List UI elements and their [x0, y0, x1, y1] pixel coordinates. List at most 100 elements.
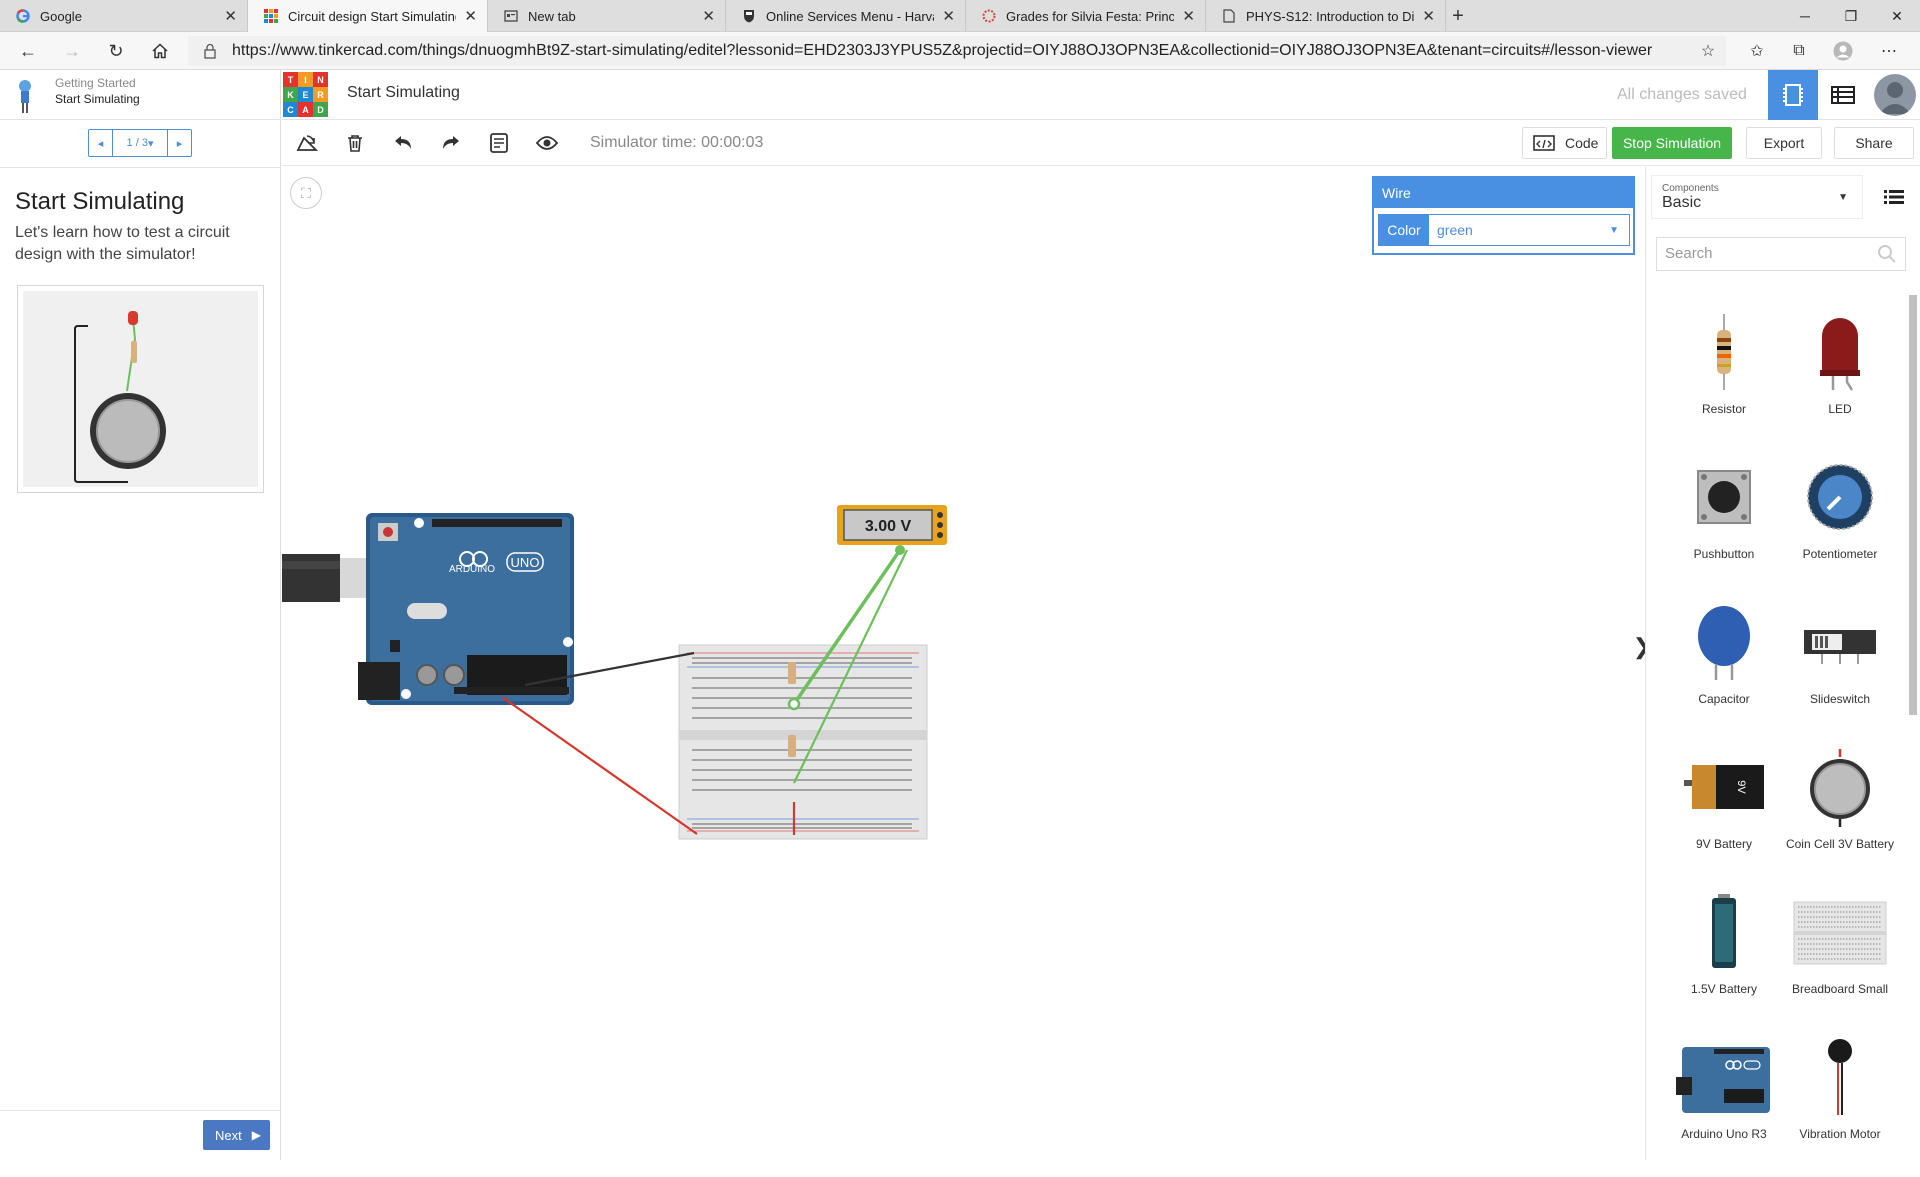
component-name: Pushbutton — [1693, 547, 1755, 561]
lesson-figure-icon — [14, 78, 36, 114]
component-resistor[interactable]: Resistor — [1669, 312, 1779, 452]
circuit-view-button[interactable] — [1768, 70, 1818, 120]
component-list-icon — [1831, 86, 1855, 104]
component-coin-cell[interactable]: Coin Cell 3V Battery — [1785, 747, 1895, 887]
component-1-5v-battery[interactable]: 1.5V Battery — [1669, 892, 1779, 1032]
more-icon[interactable]: ⋯ — [1876, 38, 1902, 64]
logo-letter: T — [283, 72, 298, 87]
component-capacitor[interactable]: Capacitor — [1669, 602, 1779, 742]
reload-icon[interactable]: ↻ — [103, 38, 129, 64]
browser-tab[interactable]: Grades for Silvia Festa: Principles ✕ — [966, 0, 1206, 32]
close-icon[interactable]: ✕ — [1422, 7, 1435, 25]
search-icon[interactable] — [1877, 244, 1897, 264]
export-button[interactable]: Export — [1746, 127, 1822, 159]
chevron-down-icon: ▼ — [1609, 224, 1619, 236]
schematic-view-button[interactable] — [1818, 70, 1868, 120]
wire-endpoint-handle[interactable] — [787, 697, 801, 711]
design-title[interactable]: Start Simulating — [347, 84, 460, 102]
component-name: Coin Cell 3V Battery — [1785, 837, 1895, 851]
tinkercad-logo[interactable]: T I N K E R C A D — [283, 72, 328, 117]
minimize-icon[interactable]: ─ — [1782, 0, 1828, 32]
harvard-shield-icon — [742, 9, 756, 23]
arduino-board[interactable]: ARDUINO UNO — [358, 513, 574, 705]
breadboard[interactable] — [678, 644, 928, 840]
stop-simulation-button[interactable]: Stop Simulation — [1612, 127, 1732, 159]
wire-color-value[interactable]: green ▼ — [1429, 215, 1629, 245]
code-button[interactable]: Code — [1522, 127, 1607, 159]
component-breadboard-small[interactable]: Breadboard Small — [1785, 892, 1895, 1032]
close-icon[interactable]: ✕ — [464, 7, 477, 25]
favorites-list-icon[interactable]: ✩ — [1744, 38, 1770, 64]
lesson-footer: Next ▶ — [0, 1110, 281, 1160]
next-button[interactable]: Next ▶ — [203, 1120, 270, 1150]
component-slideswitch[interactable]: Slideswitch — [1785, 602, 1895, 742]
collections-icon[interactable]: ⧉ — [1786, 38, 1812, 64]
led-icon — [1800, 312, 1880, 392]
design-canvas[interactable]: ⛶ ARDUINO UNO 3.00 V Wire Color green ▼ … — [282, 167, 1651, 1160]
save-status: All changes saved — [1617, 86, 1747, 103]
multimeter[interactable]: 3.00 V — [837, 505, 947, 545]
wire-endpoint-handle[interactable] — [895, 545, 905, 555]
component-potentiometer[interactable]: Potentiometer — [1785, 457, 1895, 597]
url-field[interactable]: https://www.tinkercad.com/things/dnuogmh… — [188, 36, 1726, 66]
close-icon[interactable]: ✕ — [224, 7, 237, 25]
close-icon[interactable]: ✕ — [1182, 7, 1195, 25]
forward-icon[interactable]: → — [59, 38, 85, 64]
favorite-star-icon[interactable]: ☆ — [1695, 38, 1721, 64]
logo-letter: K — [283, 87, 298, 102]
components-library-select[interactable]: Components Basic ▼ — [1651, 175, 1863, 219]
profile-icon[interactable] — [1830, 38, 1856, 64]
tab-title: PHYS-S12: Introduction to Digita — [1246, 8, 1415, 24]
tab-title: Circuit design Start Simulating | T — [288, 8, 457, 24]
editor-header: T I N K E R C A D Start Simulating All c… — [282, 70, 1920, 120]
component-pushbutton[interactable]: Pushbutton — [1669, 457, 1779, 597]
tab-title: Google — [40, 8, 82, 24]
wire-inspector: Wire Color green ▼ — [1372, 176, 1635, 255]
trash-icon[interactable] — [342, 130, 368, 156]
resistor-1[interactable] — [788, 662, 796, 684]
close-icon[interactable]: ✕ — [942, 7, 955, 25]
wire-inspector-title: Wire — [1374, 178, 1633, 208]
scrollbar-thumb[interactable] — [1909, 295, 1917, 715]
visibility-icon[interactable] — [534, 130, 560, 156]
lesson-pager: ◂ 1 / 3 ▾ ▸ — [88, 129, 192, 157]
window-close-icon[interactable]: ✕ — [1874, 0, 1920, 32]
wire-color-select[interactable]: Color green ▼ — [1378, 214, 1630, 246]
browser-tab[interactable]: Google ✕ — [0, 0, 248, 32]
chevron-right-icon: ▶ — [251, 1128, 261, 1142]
browser-tab[interactable]: PHYS-S12: Introduction to Digita ✕ — [1206, 0, 1446, 32]
component-9v-battery[interactable]: 9V 9V Battery — [1669, 747, 1779, 887]
component-search-input[interactable]: Search — [1656, 237, 1906, 271]
restore-icon[interactable]: ❐ — [1828, 0, 1874, 32]
browser-tab-active[interactable]: Circuit design Start Simulating | T ✕ — [248, 0, 488, 32]
page-indicator[interactable]: 1 / 3 ▾ — [113, 130, 167, 156]
component-led[interactable]: LED — [1785, 312, 1895, 452]
lesson-breadcrumb-current: Start Simulating — [55, 92, 140, 106]
browser-tab[interactable]: New tab ✕ — [488, 0, 726, 32]
component-vibration-motor[interactable]: Vibration Motor — [1785, 1037, 1895, 1177]
lesson-breadcrumb-parent[interactable]: Getting Started — [55, 76, 136, 90]
prev-page-icon[interactable]: ◂ — [89, 130, 113, 156]
close-icon[interactable]: ✕ — [702, 7, 715, 25]
notes-icon[interactable] — [486, 130, 512, 156]
simulator-time: Simulator time: 00:00:03 — [590, 134, 764, 151]
wire-color-label: Color — [1379, 215, 1429, 245]
lock-icon — [204, 36, 216, 66]
chevron-down-icon: ▼ — [1838, 192, 1848, 203]
new-tab-button[interactable]: + — [1446, 4, 1470, 28]
list-view-icon[interactable] — [1876, 179, 1912, 215]
undo-icon[interactable] — [390, 130, 416, 156]
resistor-2[interactable] — [788, 735, 796, 757]
home-icon[interactable] — [147, 38, 173, 64]
back-icon[interactable]: ← — [15, 38, 41, 64]
user-avatar[interactable] — [1874, 74, 1916, 116]
component-arduino-uno[interactable]: Arduino Uno R3 — [1669, 1037, 1779, 1177]
red-wire[interactable] — [501, 696, 698, 835]
slideswitch-icon — [1800, 602, 1880, 682]
rotate-icon[interactable] — [294, 130, 320, 156]
next-page-icon[interactable]: ▸ — [167, 130, 191, 156]
sidebar-scrollbar[interactable] — [1907, 287, 1917, 1160]
redo-icon[interactable] — [438, 130, 464, 156]
browser-tab[interactable]: Online Services Menu - Harvard ✕ — [726, 0, 966, 32]
share-button[interactable]: Share — [1834, 127, 1914, 159]
